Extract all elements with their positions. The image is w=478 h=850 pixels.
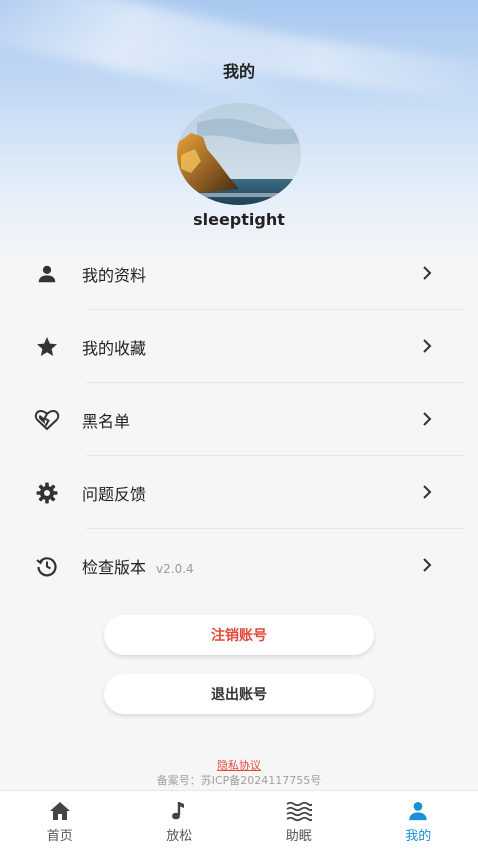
menu-item-label: 问题反馈 xyxy=(82,485,147,504)
tab-label: 助眠 xyxy=(285,829,312,844)
logout-button[interactable]: 退出账号 xyxy=(104,674,374,714)
tab-sleep-aid[interactable]: 助眠 xyxy=(239,791,359,850)
privacy-policy-link[interactable]: 隐私协议 xyxy=(0,757,478,773)
bottom-tab-bar: 首页 放松 助眠 我的 xyxy=(0,790,478,850)
chevron-right-icon xyxy=(423,266,432,280)
menu-item-label: 我的收藏 xyxy=(82,339,147,358)
version-label: v2.0.4 xyxy=(156,562,194,576)
menu-item-label-text: 检查版本 xyxy=(82,558,147,577)
menu-item-profile[interactable]: 我的资料 xyxy=(0,237,478,310)
menu-item-check-version[interactable]: 检查版本 v2.0.4 xyxy=(0,529,478,602)
chevron-right-icon xyxy=(423,558,432,572)
menu-item-feedback[interactable]: 问题反馈 xyxy=(0,456,478,529)
chevron-right-icon xyxy=(423,485,432,499)
tab-home[interactable]: 首页 xyxy=(0,791,120,850)
page-title: 我的 xyxy=(222,62,255,81)
menu-item-favorites[interactable]: 我的收藏 xyxy=(0,310,478,383)
broken-heart-icon xyxy=(34,407,60,433)
star-icon xyxy=(34,334,60,360)
chevron-right-icon xyxy=(423,412,432,426)
avatar-image xyxy=(177,103,301,205)
icp-record: 备案号：苏ICP备2024117755号 xyxy=(156,774,322,787)
cancel-account-button[interactable]: 注销账号 xyxy=(104,615,374,655)
tab-label: 我的 xyxy=(405,829,432,844)
chevron-right-icon xyxy=(423,339,432,353)
username: sleeptight xyxy=(193,210,285,229)
menu-item-label: 我的资料 xyxy=(82,266,147,285)
menu-item-label: 检查版本 v2.0.4 xyxy=(82,554,194,578)
history-icon xyxy=(34,553,60,579)
tab-relax[interactable]: 放松 xyxy=(120,791,240,850)
waves-icon xyxy=(286,800,312,822)
menu-item-blacklist[interactable]: 黑名单 xyxy=(0,383,478,456)
settings-menu: 我的资料 我的收藏 黑名单 问题反馈 检查版本 v2.0.4 xyxy=(0,237,478,602)
home-icon xyxy=(47,800,73,822)
tab-label: 放松 xyxy=(166,829,193,844)
gear-icon xyxy=(34,480,60,506)
tab-mine[interactable]: 我的 xyxy=(359,791,478,850)
music-note-icon xyxy=(166,800,192,822)
tab-label: 首页 xyxy=(46,829,73,844)
menu-item-label: 黑名单 xyxy=(82,412,131,431)
avatar[interactable] xyxy=(177,103,301,205)
person-icon xyxy=(405,800,431,822)
person-icon xyxy=(34,261,60,287)
